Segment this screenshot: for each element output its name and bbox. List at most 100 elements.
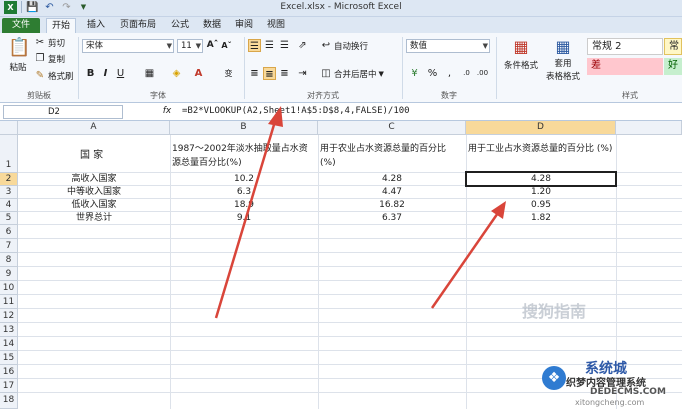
paste-button[interactable]: 📋 粘贴 <box>6 37 30 73</box>
shrink-font-icon[interactable]: Aˇ <box>220 39 233 52</box>
row-header[interactable]: 8 <box>0 253 18 267</box>
style-good[interactable]: 好 <box>664 58 682 75</box>
group-separator <box>496 37 497 99</box>
bold-icon[interactable]: B <box>84 67 97 80</box>
cell-b1[interactable]: 1987～2002年淡水抽取量占水资源总量百分比(%) <box>172 142 316 170</box>
row-header[interactable]: 12 <box>0 309 18 323</box>
column-header-e[interactable] <box>616 121 682 135</box>
name-box[interactable]: D2 <box>3 105 123 119</box>
cell-b4[interactable]: 18.9 <box>170 199 318 211</box>
underline-icon[interactable]: U <box>114 67 127 80</box>
font-size-select[interactable]: 11 ▼ <box>177 39 203 53</box>
comma-style-icon[interactable]: , <box>443 67 456 80</box>
ribbon-tabs: 文件 开始 插入 页面布局 公式 数据 审阅 视图 <box>0 17 682 33</box>
paste-icon: 📋 <box>8 37 31 58</box>
wrap-text-button[interactable]: ↩ 自动换行 <box>320 40 368 52</box>
windows-logo-icon: ❖ <box>542 366 566 390</box>
tab-page-layout[interactable]: 页面布局 <box>114 18 162 33</box>
insert-function-icon[interactable]: fx <box>160 105 174 119</box>
chevron-down-icon: ▼ <box>482 42 488 50</box>
cell-d1[interactable]: 用于工业占水资源总量的百分比 (%) <box>468 142 614 156</box>
row-header[interactable]: 18 <box>0 393 18 409</box>
decrease-decimal-icon[interactable]: .00 <box>476 67 489 80</box>
row-header[interactable]: 15 <box>0 351 18 365</box>
cell-a3[interactable]: 中等收入国家 <box>18 186 170 198</box>
cell-a5[interactable]: 世界总计 <box>18 212 170 224</box>
column-header-b[interactable]: B <box>170 121 318 135</box>
align-middle-icon[interactable]: ☰ <box>263 39 276 52</box>
conditional-format-icon: ▦ <box>513 37 529 56</box>
tab-file[interactable]: 文件 <box>2 18 40 33</box>
align-right-icon[interactable]: ≡ <box>278 67 291 80</box>
style-bad[interactable]: 差 <box>587 58 663 75</box>
row-header[interactable]: 10 <box>0 281 18 295</box>
cell-c2[interactable]: 4.28 <box>318 173 466 185</box>
tab-insert[interactable]: 插入 <box>82 18 110 33</box>
style-normal[interactable]: 常 <box>664 38 682 55</box>
table-format-button[interactable]: ▦ 套用 表格格式 <box>544 37 582 83</box>
align-bottom-icon[interactable]: ☰ <box>278 39 291 52</box>
currency-icon[interactable]: ¥ <box>408 67 421 80</box>
row-header[interactable]: 17 <box>0 379 18 393</box>
row-header[interactable]: 9 <box>0 267 18 281</box>
column-header-d[interactable]: D <box>466 121 616 135</box>
cell-c1[interactable]: 用于农业占水资源总量的百分比 (%) <box>320 142 464 170</box>
cell-b3[interactable]: 6.3 <box>170 186 318 198</box>
column-header-c[interactable]: C <box>318 121 466 135</box>
phonetic-icon[interactable]: 变 <box>222 67 235 80</box>
cell-d4[interactable]: 0.95 <box>466 199 616 211</box>
grow-font-icon[interactable]: Aˆ <box>206 39 219 52</box>
number-format-select[interactable]: 数值 ▼ <box>406 39 490 53</box>
fill-color-icon[interactable]: ◈ <box>170 67 183 80</box>
chevron-down-icon: ▼ <box>166 42 172 50</box>
align-left-icon[interactable]: ≡ <box>248 67 261 80</box>
italic-icon[interactable]: I <box>99 67 112 80</box>
row-header[interactable]: 6 <box>0 225 18 239</box>
row-header[interactable]: 16 <box>0 365 18 379</box>
borders-icon[interactable]: ▦ <box>143 67 156 80</box>
cell-c4[interactable]: 16.82 <box>318 199 466 211</box>
site-watermark-3: xitongcheng.com <box>575 398 645 407</box>
cell-a2[interactable]: 高收入国家 <box>18 173 170 185</box>
copy-button[interactable]: ❐ 复制 <box>34 53 66 65</box>
cell-c3[interactable]: 4.47 <box>318 186 466 198</box>
cell-a4[interactable]: 低收入国家 <box>18 199 170 211</box>
row-header[interactable]: 11 <box>0 295 18 309</box>
percent-icon[interactable]: % <box>426 67 439 80</box>
row-header[interactable]: 1 <box>0 135 18 173</box>
merge-center-button[interactable]: ◫ 合并后居中 ▼ <box>320 68 384 80</box>
cell-b2[interactable]: 10.2 <box>170 173 318 185</box>
cell-b5[interactable]: 9.1 <box>170 212 318 224</box>
row-header[interactable]: 2 <box>0 173 18 186</box>
row-header[interactable]: 4 <box>0 199 18 212</box>
tab-data[interactable]: 数据 <box>198 18 226 33</box>
style-normal-2[interactable]: 常规 2 <box>587 38 663 55</box>
row-header[interactable]: 3 <box>0 186 18 199</box>
indent-icon[interactable]: ⇥ <box>296 67 309 80</box>
cell-c5[interactable]: 6.37 <box>318 212 466 224</box>
row-header[interactable]: 7 <box>0 239 18 253</box>
cut-button[interactable]: ✂ 剪切 <box>34 37 65 49</box>
orientation-icon[interactable]: ⇗ <box>296 39 309 52</box>
tab-formulas[interactable]: 公式 <box>166 18 194 33</box>
font-color-icon[interactable]: A <box>192 67 205 80</box>
font-name-select[interactable]: 宋体 ▼ <box>82 39 174 53</box>
cell-d5[interactable]: 1.82 <box>466 212 616 224</box>
align-top-icon[interactable]: ☰ <box>248 39 261 52</box>
cell-d3[interactable]: 1.20 <box>466 186 616 198</box>
formula-input[interactable]: =B2*VLOOKUP(A2,Sheet1!A$5:D$8,4,FALSE)/1… <box>182 106 410 116</box>
tab-home[interactable]: 开始 <box>46 18 76 33</box>
increase-decimal-icon[interactable]: .0 <box>460 67 473 80</box>
tab-review[interactable]: 审阅 <box>230 18 258 33</box>
row-header[interactable]: 13 <box>0 323 18 337</box>
row-header[interactable]: 14 <box>0 337 18 351</box>
align-center-icon[interactable]: ≡ <box>263 67 276 80</box>
tab-view[interactable]: 视图 <box>262 18 290 33</box>
select-all-corner[interactable] <box>0 121 18 135</box>
format-painter-button[interactable]: ✎ 格式刷 <box>34 70 74 82</box>
column-header-a[interactable]: A <box>18 121 170 135</box>
cell-a1[interactable]: 国 家 <box>80 150 103 162</box>
alignment-group-label: 对齐方式 <box>307 91 339 100</box>
conditional-format-button[interactable]: ▦ 条件格式 <box>502 37 540 71</box>
row-header[interactable]: 5 <box>0 212 18 225</box>
